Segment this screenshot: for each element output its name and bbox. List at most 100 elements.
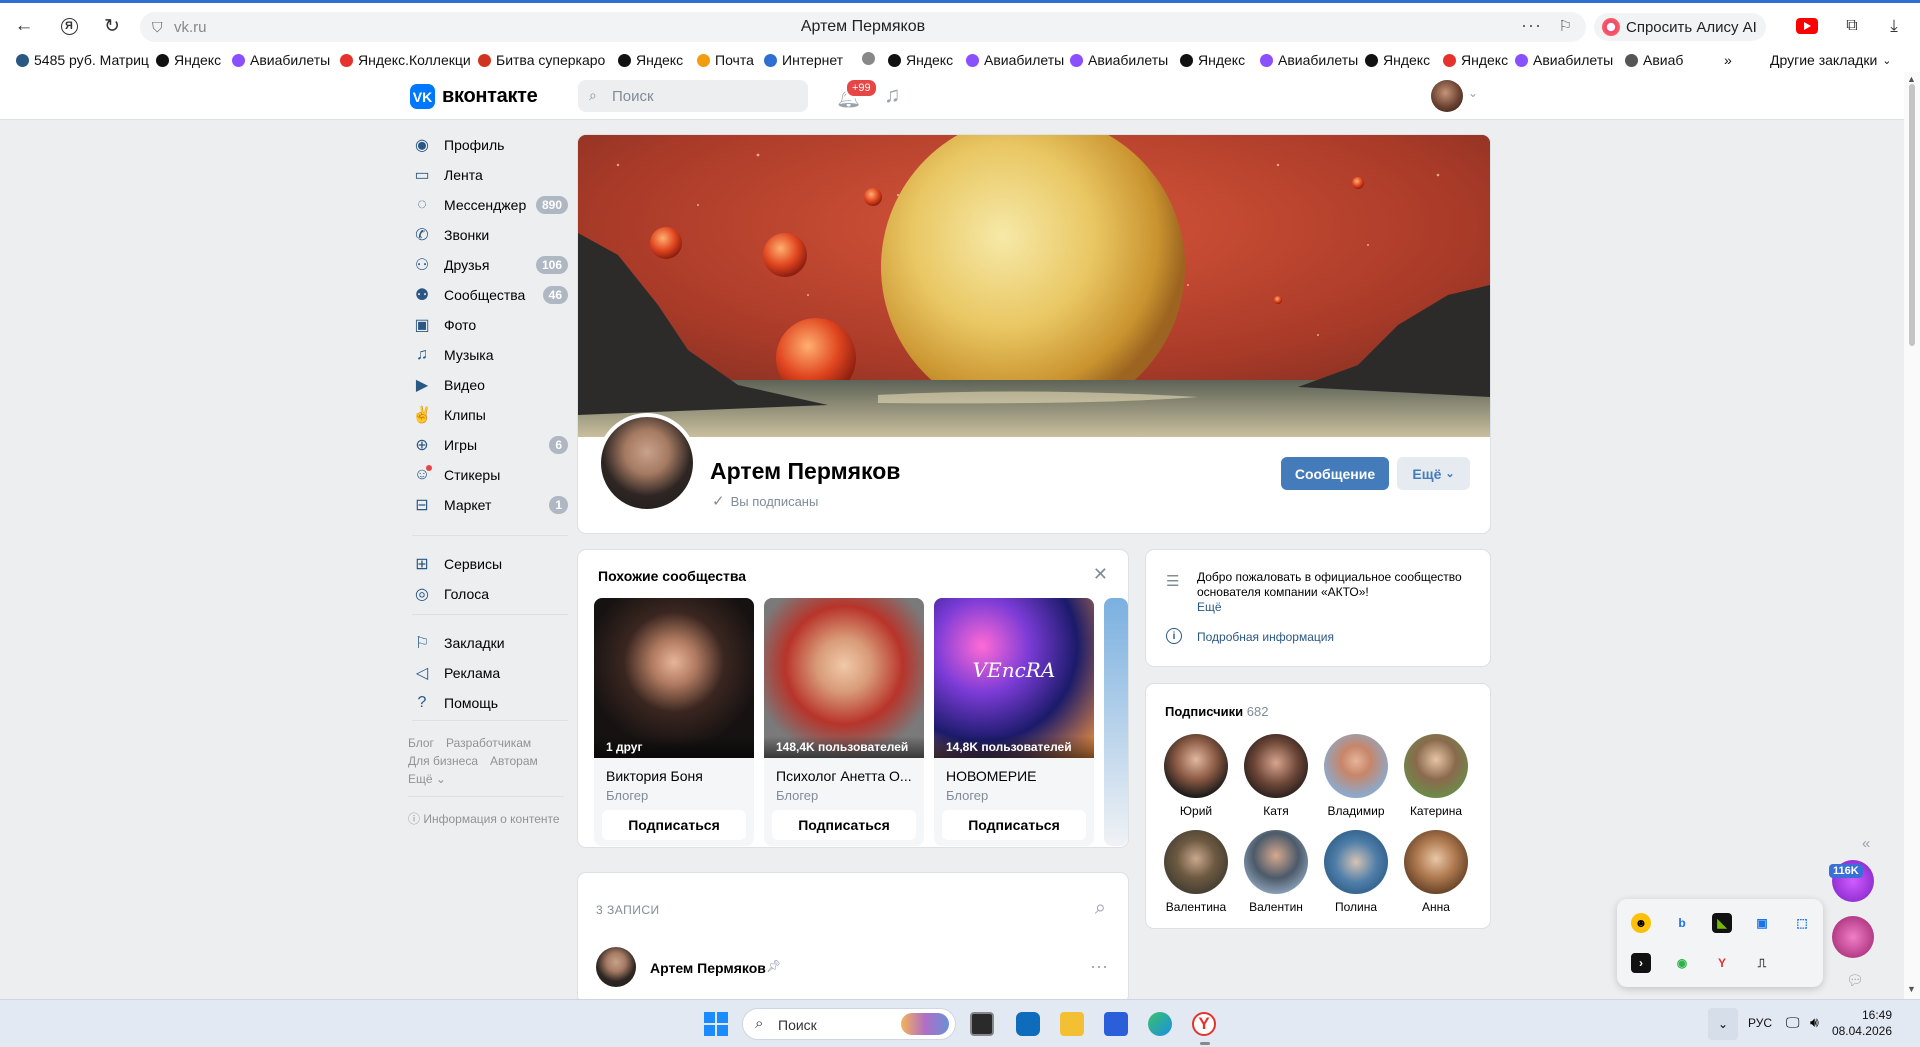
sidebar-item[interactable]: ♫ Музыка	[412, 340, 568, 370]
yandex-browser-icon[interactable]: Я	[55, 12, 83, 40]
yandex-icon[interactable]: Y	[1712, 953, 1732, 973]
address-bar[interactable]: ⛉ vk.ru Артем Пермяков ··· ⚐	[140, 12, 1586, 42]
footer-link[interactable]: Авторам	[490, 754, 538, 768]
similar-community-card[interactable]: 1 друг Виктория Боня Блогер Подписаться	[594, 598, 754, 846]
profile-avatar[interactable]	[597, 413, 697, 513]
collapse-double-chevron-icon[interactable]: «	[1862, 835, 1870, 852]
similar-community-card[interactable]: 148,4K пользователей Психолог Анетта О...…	[764, 598, 924, 846]
edge-icon[interactable]	[1148, 1012, 1172, 1036]
subscribed-status[interactable]: ✓ Вы подписаны	[712, 492, 818, 510]
download-icon[interactable]: ⤓	[1880, 12, 1908, 40]
windows-start-icon[interactable]	[704, 1012, 728, 1036]
yandex-browser-taskbar-icon[interactable]: Y	[1192, 1012, 1216, 1036]
info-detail-link[interactable]: Подробная информация	[1197, 630, 1334, 644]
bookmark-item[interactable]: Авиабилеты	[1515, 52, 1627, 68]
subscriber-name[interactable]: Катерина	[1396, 804, 1476, 818]
sidebar-item[interactable]: ⚇ Друзья 106	[412, 250, 568, 280]
bookmark-item[interactable]: Авиабилеты	[966, 52, 1074, 68]
similar-community-card-partial[interactable]	[1104, 598, 1128, 846]
subscriber-avatar[interactable]	[1404, 734, 1468, 798]
tray-app-icon-1[interactable]: ☻	[1631, 913, 1651, 933]
subscriber-avatar[interactable]	[1164, 830, 1228, 894]
outlook-icon[interactable]	[1016, 1012, 1040, 1036]
subscriber-name[interactable]: Юрий	[1156, 804, 1236, 818]
bookmark-item[interactable]: Яндекс.Коллекци	[340, 52, 482, 68]
subscriber-name[interactable]: Валентина	[1156, 900, 1236, 914]
snip-icon[interactable]: ⬚	[1792, 913, 1812, 933]
bookmark-item[interactable]: Яндекс	[1365, 52, 1449, 68]
bookmark-item[interactable]: Авиаб	[1625, 52, 1697, 68]
sidebar-item[interactable]: ◉ Профиль	[412, 130, 568, 160]
bookmark-item[interactable]: Почта	[697, 52, 773, 68]
store-icon[interactable]	[1104, 1012, 1128, 1036]
sidebar-item[interactable]: ▭ Лента	[412, 160, 568, 190]
post-author-name[interactable]: Артем Пермяков	[650, 960, 766, 976]
bookmark-item[interactable]: Авиабилеты	[1070, 52, 1178, 68]
chevron-down-icon[interactable]: ⌄	[1468, 86, 1478, 100]
subscriber-avatar[interactable]	[1164, 734, 1228, 798]
search-input[interactable]: ⌕ Поиск	[578, 80, 808, 112]
bookmark-item[interactable]: Интернет	[764, 52, 868, 68]
sidebar-item[interactable]: ◎ Голоса	[412, 579, 568, 609]
more-dots-icon[interactable]: ···	[1521, 15, 1542, 36]
task-view-icon[interactable]	[970, 1012, 994, 1036]
sidebar-item[interactable]: ✆ Звонки	[412, 220, 568, 250]
network-icon[interactable]: 🖵︎	[1786, 1014, 1800, 1031]
bookmark-item[interactable]: Яндекс	[888, 52, 970, 68]
reload-icon[interactable]: ↻	[98, 12, 126, 40]
bookmark-item[interactable]: Яндекс	[1443, 52, 1521, 68]
info-more-link[interactable]: Ещё	[1197, 600, 1222, 614]
other-bookmarks[interactable]: Другие закладки ⌄	[1770, 52, 1892, 68]
search-icon[interactable]: ⌕	[1095, 897, 1106, 920]
bookmarks-more-chevron[interactable]: »	[1724, 52, 1732, 68]
footer-link[interactable]: Разработчикам	[446, 736, 531, 750]
collections-icon[interactable]: ⧉	[1838, 12, 1866, 40]
volume-icon[interactable]: 🔊︎	[1810, 1014, 1819, 1031]
sidebar-item[interactable]: ⚉ Сообщества 46	[412, 280, 568, 310]
vk-logo[interactable]: VK вконтакте	[410, 84, 538, 109]
alice-button[interactable]: Спросить Алису AI	[1594, 13, 1766, 41]
subscriber-avatar[interactable]	[1404, 830, 1468, 894]
scroll-down-icon[interactable]: ▼	[1907, 984, 1916, 994]
page-scrollbar[interactable]: ▲ ▼	[1904, 72, 1920, 999]
file-explorer-icon[interactable]	[1060, 1012, 1084, 1036]
sidebar-item[interactable]: ? Помощь	[412, 688, 568, 718]
footer-link[interactable]: Блог	[408, 736, 434, 750]
close-icon[interactable]: ✕	[1093, 564, 1108, 585]
bookmark-add-icon[interactable]: ⚐	[1559, 17, 1572, 35]
bookmark-item[interactable]: Битва суперкаро	[478, 52, 622, 68]
widget-avatar-2[interactable]	[1832, 916, 1874, 958]
content-info-link[interactable]: ⓘ Информация о контенте	[408, 810, 560, 827]
subscribe-button[interactable]: Подписаться	[772, 810, 916, 840]
subscriber-name[interactable]: Катя	[1236, 804, 1316, 818]
chat-bubble-icon[interactable]: 💬︎	[1846, 972, 1864, 989]
scroll-up-icon[interactable]: ▲	[1907, 74, 1916, 84]
terminal-app-icon[interactable]: ›	[1631, 953, 1651, 973]
kaspersky-icon[interactable]: ◉	[1672, 953, 1692, 973]
bookmark-item[interactable]: Яндекс	[156, 52, 238, 68]
subscribe-button[interactable]: Подписаться	[942, 810, 1086, 840]
post-more-icon[interactable]: ···	[1090, 956, 1108, 977]
back-arrow-icon[interactable]: ←	[10, 12, 38, 40]
subscriber-name[interactable]: Полина	[1316, 900, 1396, 914]
bookmark-item[interactable]: Авиабилеты	[1260, 52, 1368, 68]
subscriber-avatar[interactable]	[1324, 734, 1388, 798]
nvidia-icon[interactable]: ◣	[1712, 913, 1732, 933]
avatar[interactable]	[1431, 80, 1463, 112]
subscriber-avatar[interactable]	[1324, 830, 1388, 894]
sidebar-item[interactable]: ✌ Клипы	[412, 400, 568, 430]
subscriber-name[interactable]: Валентин	[1236, 900, 1316, 914]
sidebar-item[interactable]: ▣ Фото	[412, 310, 568, 340]
subscribers-title[interactable]: Подписчики 682	[1165, 704, 1268, 719]
bookmark-item[interactable]: Авиабилеты	[232, 52, 346, 68]
footer-more-link[interactable]: Ещё ⌄	[408, 772, 446, 786]
subscriber-name[interactable]: Анна	[1396, 900, 1476, 914]
subscriber-avatar[interactable]	[1244, 734, 1308, 798]
more-button[interactable]: Ещё ⌄	[1397, 457, 1470, 490]
usb-icon[interactable]: ⎍	[1752, 953, 1772, 973]
bookmark-item[interactable]: Яндекс	[1180, 52, 1264, 68]
sidebar-item[interactable]: ⊟ Маркет 1	[412, 490, 568, 520]
clock[interactable]: 16:49 08.04.2026	[1832, 1007, 1892, 1039]
language-indicator[interactable]: РУС	[1748, 1016, 1772, 1030]
subscriber-avatar[interactable]	[1244, 830, 1308, 894]
